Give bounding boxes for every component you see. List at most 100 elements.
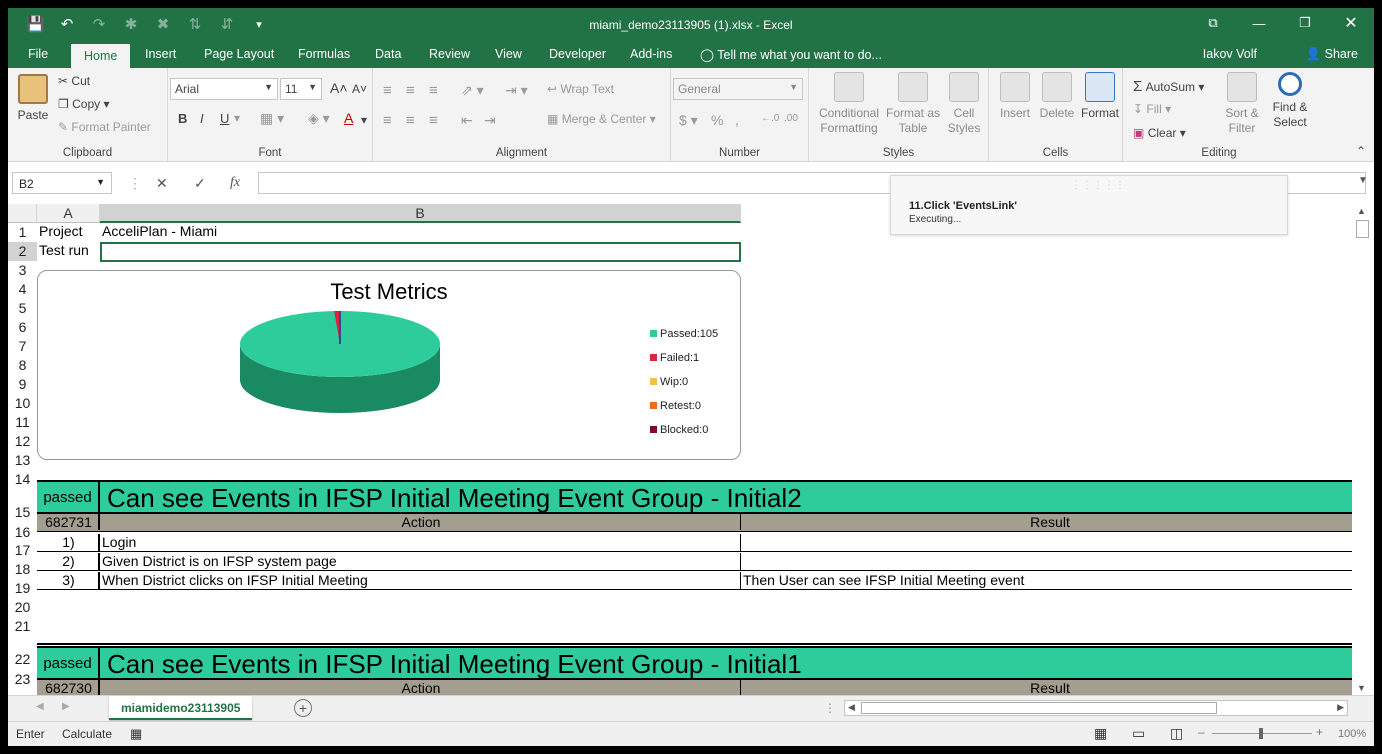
close-icon[interactable]: ✕ [1328, 8, 1374, 38]
row-header-3[interactable]: 3 [8, 261, 37, 280]
row-header-19[interactable]: 19 [8, 579, 37, 598]
row-header-13[interactable]: 13 [8, 451, 37, 470]
enter-icon[interactable]: ✓ [194, 175, 206, 192]
conditional-formatting-button[interactable]: Conditional Formatting [815, 72, 883, 136]
worksheet-grid[interactable]: A B 1 2 3 4 5 6 7 8 9 10 11 12 13 14 15 16 17 18 19 20 21 22 2… [8, 204, 1352, 695]
cell-a2[interactable]: Test run [37, 242, 89, 261]
prev-sheet-icon[interactable]: ◀ [36, 701, 44, 712]
align-bottom-icon[interactable]: ≡ [429, 82, 438, 99]
tab-splitter-icon[interactable]: ⋮ [824, 701, 836, 715]
paste-button[interactable]: Paste [16, 74, 50, 123]
page-break-view-icon[interactable]: ◫ [1170, 725, 1183, 742]
horizontal-scrollbar[interactable]: ◀ ▶ [844, 700, 1348, 716]
tab-developer[interactable]: Developer [549, 47, 606, 61]
zoom-out-icon[interactable]: – [1198, 725, 1205, 739]
insert-cells-button[interactable]: Insert [995, 72, 1035, 121]
row-header-17[interactable]: 17 [8, 541, 37, 560]
comma-icon[interactable]: , [735, 112, 739, 128]
column-header-a[interactable]: A [37, 204, 100, 223]
text-direction-icon[interactable]: ⇥ ▾ [505, 82, 528, 99]
row-header-2[interactable]: 2 [8, 242, 37, 261]
column-header-b[interactable]: B [100, 204, 741, 223]
normal-view-icon[interactable]: ▦ [1094, 725, 1107, 742]
row-header-8[interactable]: 8 [8, 356, 37, 375]
percent-icon[interactable]: % [711, 112, 723, 128]
decrease-decimal-icon[interactable]: .00 [784, 113, 798, 124]
zoom-in-icon[interactable]: + [1316, 725, 1323, 739]
zoom-level[interactable]: 100% [1338, 728, 1366, 740]
row-header-16[interactable]: 16 [8, 523, 37, 541]
h-scroll-thumb[interactable] [861, 702, 1217, 714]
row-header-7[interactable]: 7 [8, 337, 37, 356]
row-header-22[interactable]: 22 [8, 636, 37, 670]
font-family-select[interactable]: Arial ▼ [170, 78, 278, 100]
align-right-icon[interactable]: ≡ [429, 112, 438, 129]
clear-button[interactable]: ▣ Clear ▾ [1133, 126, 1186, 140]
tab-view[interactable]: View [495, 47, 522, 61]
sheet-tab-active[interactable]: miamidemo23113905 [109, 696, 253, 720]
cell-styles-button[interactable]: Cell Styles [943, 72, 985, 136]
collapse-ribbon-icon[interactable]: ⌃ [1356, 144, 1366, 158]
tab-add-ins[interactable]: Add-ins [630, 47, 672, 61]
scroll-up-icon[interactable]: ▲ [1357, 206, 1366, 216]
align-top-icon[interactable]: ≡ [383, 82, 392, 99]
zoom-slider-thumb[interactable] [1259, 728, 1263, 739]
tab-data[interactable]: Data [375, 47, 401, 61]
tell-me-search[interactable]: ◯ Tell me what you want to do... [700, 47, 882, 62]
currency-icon[interactable]: $ ▾ [679, 112, 698, 129]
tab-review[interactable]: Review [429, 47, 470, 61]
row-header-10[interactable]: 10 [8, 394, 37, 413]
row-header-15[interactable]: 15 [8, 489, 37, 523]
fill-button[interactable]: ↧ Fill ▾ [1133, 102, 1171, 116]
shrink-font-icon[interactable]: A˅ [352, 82, 367, 96]
autosum-button[interactable]: Σ AutoSum ▾ [1133, 78, 1204, 95]
scroll-down-icon[interactable]: ▼ [1357, 683, 1366, 693]
name-box[interactable]: B2 ▼ [12, 172, 112, 194]
orientation-icon[interactable]: ⇗ ▾ [461, 82, 484, 99]
row-header-5[interactable]: 5 [8, 299, 37, 318]
restore-icon[interactable]: ❐ [1282, 8, 1328, 38]
underline-dropdown-icon[interactable]: ▾ [234, 111, 240, 125]
cancel-icon[interactable]: ✕ [156, 175, 168, 192]
sort-filter-button[interactable]: Sort & Filter [1219, 72, 1265, 136]
align-left-icon[interactable]: ≡ [383, 112, 392, 129]
pie-chart[interactable]: Test Metrics Passed:105 Failed:1 Wip:0 Rete… [37, 270, 741, 460]
row-header-6[interactable]: 6 [8, 318, 37, 337]
fill-color-icon[interactable]: ◈ ▾ [308, 110, 330, 127]
number-format-select[interactable]: General ▼ [673, 78, 803, 100]
cell-b1[interactable]: AcceliPlan - Miami [100, 223, 217, 242]
scroll-thumb[interactable] [1356, 220, 1369, 238]
row-header-1[interactable]: 1 [8, 223, 37, 242]
tab-page-layout[interactable]: Page Layout [204, 47, 274, 61]
find-select-button[interactable]: Find & Select [1267, 72, 1313, 130]
user-name[interactable]: Iakov Volf [1203, 47, 1257, 61]
format-cells-button[interactable]: Format [1079, 72, 1121, 121]
expand-formula-icon[interactable]: ▼ [1358, 175, 1368, 186]
select-all-corner[interactable] [8, 204, 37, 223]
next-sheet-icon[interactable]: ▶ [62, 701, 70, 712]
row-header-9[interactable]: 9 [8, 375, 37, 394]
font-color-dropdown-icon[interactable]: ▾ [361, 113, 367, 127]
borders-icon[interactable]: ▦ ▾ [260, 110, 284, 127]
ribbon-display-icon[interactable]: ⧉ [1190, 8, 1236, 38]
copy-button[interactable]: ❐ Copy ▾ [58, 97, 109, 111]
row-header-23[interactable]: 23 [8, 670, 37, 688]
cell-a1[interactable]: Project [37, 223, 83, 242]
increase-indent-icon[interactable]: ⇥ [484, 112, 496, 129]
cell-b2-selected[interactable] [100, 242, 741, 262]
row-header-14[interactable]: 14 [8, 470, 37, 489]
italic-icon[interactable]: I [200, 111, 204, 126]
row-header-18[interactable]: 18 [8, 560, 37, 579]
cut-button[interactable]: ✂ Cut [58, 74, 90, 88]
page-layout-view-icon[interactable]: ▭ [1132, 725, 1145, 742]
align-middle-icon[interactable]: ≡ [406, 82, 415, 99]
insert-function-icon[interactable]: fx [230, 175, 240, 191]
drag-handle-icon[interactable]: ⋮⋮⋮⋮⋮ [1071, 180, 1126, 191]
tab-file[interactable]: File [28, 47, 48, 61]
font-color-icon[interactable]: A [344, 110, 353, 126]
format-as-table-button[interactable]: Format as Table [885, 72, 941, 136]
decrease-indent-icon[interactable]: ⇤ [461, 112, 473, 129]
bold-icon[interactable]: B [178, 111, 187, 126]
row-header-11[interactable]: 11 [8, 413, 37, 432]
row-header-4[interactable]: 4 [8, 280, 37, 299]
